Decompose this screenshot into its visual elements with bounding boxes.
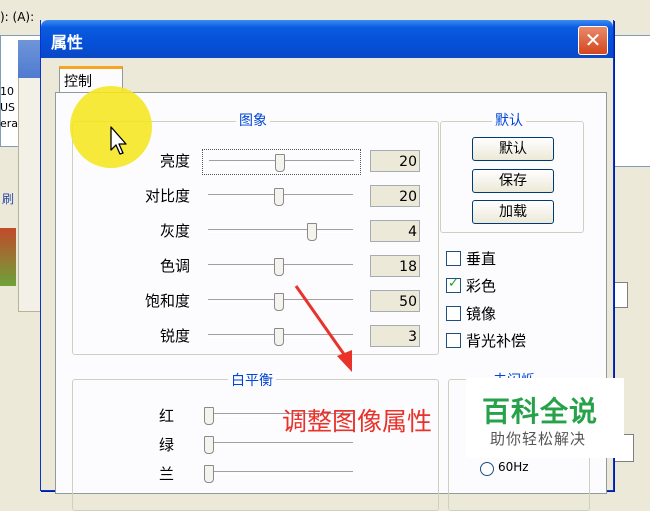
- background-color-bar: [0, 228, 16, 286]
- value-gray[interactable]: 4: [370, 220, 420, 242]
- value-contrast[interactable]: 20: [370, 185, 420, 207]
- slider-contrast[interactable]: [202, 184, 359, 208]
- watermark-logo: 百科全说 助你轻松解决: [466, 378, 624, 458]
- label-contrast: 对比度: [144, 187, 190, 205]
- slider-thumb[interactable]: [275, 154, 285, 172]
- dialog-titlebar[interactable]: 属性 ✕: [41, 20, 613, 58]
- label-sharpness: 锐度: [159, 327, 190, 345]
- radio-dot[interactable]: [480, 462, 494, 476]
- mouse-cursor-icon: [110, 126, 127, 155]
- annotation-text: 调整图像属性: [282, 407, 433, 436]
- label-hue: 色调: [159, 257, 190, 275]
- white-balance-title: 白平衡: [228, 370, 276, 390]
- value-brightness[interactable]: 20: [370, 150, 420, 172]
- watermark-main: 百科全说: [482, 395, 599, 428]
- slider-track: [208, 229, 353, 233]
- background-side-text: 刷: [2, 192, 15, 206]
- slider-brightness[interactable]: [202, 149, 361, 175]
- slider-track: [208, 442, 353, 446]
- slider-thumb[interactable]: [274, 328, 284, 346]
- label-gray: 灰度: [159, 222, 190, 240]
- slider-track: [208, 471, 353, 475]
- background-child-text: 10 US era: [0, 85, 19, 130]
- slider-thumb[interactable]: [307, 223, 317, 241]
- background-right-panel: [612, 35, 650, 167]
- label-wb-red: 红: [158, 407, 174, 425]
- slider-thumb[interactable]: [274, 258, 284, 276]
- slider-gray[interactable]: [202, 219, 359, 243]
- save-button[interactable]: 保存: [472, 169, 554, 193]
- default-group-title: 默认: [492, 110, 526, 130]
- watermark-sub: 助你轻松解决: [490, 430, 587, 448]
- slider-wb-blue[interactable]: [202, 461, 359, 485]
- slider-hue[interactable]: [202, 254, 359, 278]
- checkbox-box[interactable]: [446, 306, 461, 321]
- load-button[interactable]: 加载: [472, 200, 554, 224]
- checkbox-box[interactable]: [446, 333, 461, 348]
- value-saturation[interactable]: 50: [370, 290, 420, 312]
- close-button[interactable]: ✕: [578, 26, 608, 55]
- slider-thumb[interactable]: [204, 407, 214, 425]
- annotation-arrow-icon: [294, 285, 352, 372]
- slider-thumb[interactable]: [274, 188, 284, 206]
- checkbox-box[interactable]: [446, 251, 461, 266]
- slider-thumb[interactable]: [204, 465, 214, 483]
- value-hue[interactable]: 18: [370, 255, 420, 277]
- label-saturation: 饱和度: [144, 292, 190, 310]
- label-wb-green: 绿: [158, 436, 174, 454]
- dialog-title: 属性: [51, 33, 84, 52]
- slider-thumb[interactable]: [204, 436, 214, 454]
- value-sharpness[interactable]: 3: [370, 325, 420, 347]
- slider-thumb[interactable]: [274, 293, 284, 311]
- default-button[interactable]: 默认: [472, 137, 554, 161]
- background-label: ): (A):: [0, 10, 35, 24]
- checkbox-box-checked[interactable]: [446, 276, 461, 293]
- image-group-title: 图象: [236, 110, 270, 130]
- background-right-button[interactable]: [612, 282, 628, 308]
